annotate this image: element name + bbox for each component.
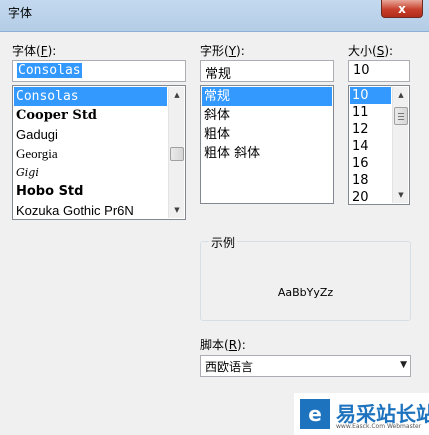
watermark: e 易采站长站 www.Easck.Com Webmaster (294, 393, 429, 435)
style-list[interactable]: 常规 斜体 粗体 粗体 斜体 (200, 85, 334, 204)
size-item-16[interactable]: 16 (350, 155, 391, 172)
size-input[interactable]: 10 (348, 60, 410, 82)
sample-preview-text: AaBbYyZz (277, 286, 334, 299)
sample-group-title: 示例 (209, 234, 238, 251)
script-select-value: 西欧语言 (205, 360, 254, 374)
scroll-down-arrow-icon[interactable]: ▼ (169, 202, 185, 218)
font-item-hobo-std[interactable]: Hobo Std (14, 182, 167, 201)
font-item-gadugi[interactable]: Gadugi (14, 125, 167, 144)
font-list[interactable]: Consolas Cooper Std Gadugi Georgia Gigi … (12, 85, 186, 220)
script-label: 脚本(R): (200, 338, 246, 352)
font-item-consolas[interactable]: Consolas (14, 87, 167, 106)
size-label: 大小(S): (348, 44, 394, 58)
size-item-20[interactable]: 20 (350, 189, 391, 204)
window-title: 字体 (8, 6, 33, 20)
style-item-italic[interactable]: 斜体 (202, 106, 332, 125)
size-item-14[interactable]: 14 (350, 138, 391, 155)
size-item-11[interactable]: 11 (350, 104, 391, 121)
style-item-bold[interactable]: 粗体 (202, 125, 332, 144)
style-label: 字形(Y): (200, 44, 245, 58)
scroll-thumb[interactable] (394, 107, 408, 125)
watermark-subtext: www.Easck.Com Webmaster (336, 423, 422, 430)
size-item-10[interactable]: 10 (350, 87, 391, 104)
title-bar: 字体 x (0, 0, 429, 32)
font-item-georgia[interactable]: Georgia (14, 144, 167, 163)
font-item-gigi[interactable]: Gigi (14, 163, 167, 182)
scroll-up-arrow-icon[interactable]: ▲ (393, 87, 409, 103)
font-input-value: Consolas (17, 63, 82, 78)
close-button[interactable]: x (381, 0, 423, 18)
dialog-body: 字体(F): Consolas Consolas Cooper Std Gadu… (0, 32, 429, 435)
size-item-18[interactable]: 18 (350, 172, 391, 189)
size-item-12[interactable]: 12 (350, 121, 391, 138)
size-list-scrollbar[interactable]: ▲ ▼ (392, 87, 408, 203)
style-item-bold-italic[interactable]: 粗体 斜体 (202, 144, 332, 163)
font-list-scrollbar[interactable]: ▲ ▼ (168, 87, 184, 218)
size-list[interactable]: 10 11 12 14 16 18 20 ▲ ▼ (348, 85, 410, 205)
close-icon: x (398, 1, 406, 16)
watermark-logo-icon: e (300, 399, 330, 429)
font-input[interactable]: Consolas (12, 60, 186, 82)
scroll-up-arrow-icon[interactable]: ▲ (169, 87, 185, 103)
font-item-kozuka-gothic[interactable]: Kozuka Gothic Pr6N (14, 201, 167, 219)
style-input[interactable]: 常规 (200, 60, 334, 82)
font-list-items: Consolas Cooper Std Gadugi Georgia Gigi … (14, 87, 167, 219)
font-label: 字体(F): (12, 44, 57, 58)
style-list-items: 常规 斜体 粗体 粗体 斜体 (202, 87, 332, 163)
size-input-value: 10 (353, 63, 370, 78)
scroll-down-arrow-icon[interactable]: ▼ (393, 187, 409, 203)
style-input-value: 常规 (205, 67, 232, 82)
size-list-items: 10 11 12 14 16 18 20 (350, 87, 391, 204)
script-select[interactable]: 西欧语言 ▼ (200, 355, 411, 377)
sample-group: 示例 AaBbYyZz (200, 234, 411, 321)
scroll-thumb[interactable] (170, 147, 184, 161)
style-item-regular[interactable]: 常规 (202, 87, 332, 106)
font-item-cooper-std[interactable]: Cooper Std (14, 106, 167, 125)
chevron-down-icon: ▼ (400, 360, 407, 370)
